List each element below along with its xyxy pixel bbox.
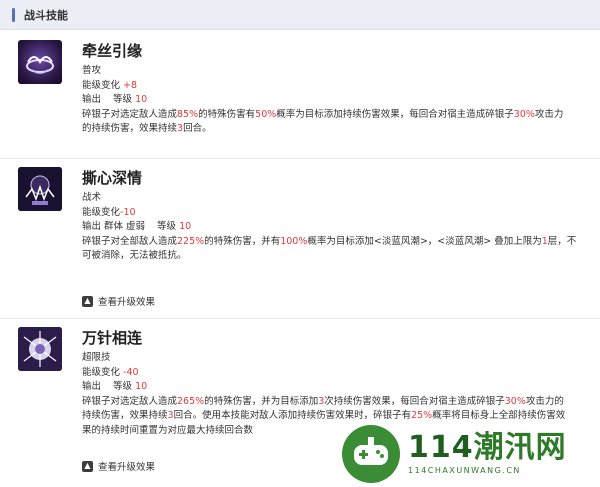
skill-energy: 能级变化 +8 [82, 79, 138, 91]
skill-output-level: 输出 群体 虚弱 等级 10 [82, 221, 192, 232]
section-accent-bar [12, 7, 15, 22]
skill-card-2: 撕心深情 战术 能级变化-10 输出 群体 虚弱 等级 10 碎银子对全部敌人造成… [0, 158, 600, 318]
watermark-title: 114潮汛网 [408, 430, 567, 465]
section-title: 战斗技能 [24, 8, 68, 22]
skill-output-level: 输出 等级 10 [82, 94, 148, 105]
skill-type: 战术 [82, 192, 102, 203]
skill-type: 超限技 [82, 352, 111, 363]
skill-name: 万针相连 [82, 329, 143, 347]
view-upgrade-button[interactable]: ▲ 查看升级效果 [82, 294, 155, 308]
skill-card-1: 牵丝引缘 普攻 能级变化 +8 输出 等级 10 碎银子对选定敌人造成85%的特殊… [0, 30, 600, 158]
view-upgrade-button[interactable]: ▲ 查看升级效果 [82, 459, 155, 473]
skill-name: 牵丝引缘 [82, 42, 143, 60]
upgrade-label: 查看升级效果 [98, 297, 156, 308]
skill-icon-bow [18, 40, 62, 84]
upgrade-arrow-icon: ▲ [82, 460, 93, 472]
skill-output-level: 输出 等级 10 [82, 381, 148, 392]
skill-name: 撕心深情 [82, 169, 143, 187]
skill-description: 碎银子对选定敌人造成85%的特殊伤害有50%概率为目标添加持续伤害效果，每回合对… [82, 108, 564, 135]
skill-icon-needles [18, 327, 62, 371]
skill-description: 碎银子对全部敌人造成225%的特殊伤害，并有100%概率为目标添加<淡蓝风潮>，… [82, 235, 577, 262]
skill-energy: 能级变化 -40 [82, 366, 139, 378]
site-watermark: 114潮汛网 114CHAXUNWANG.CN [340, 420, 600, 487]
section-header: 战斗技能 [0, 0, 600, 30]
watermark-url: 114CHAXUNWANG.CN [408, 466, 521, 475]
skill-energy: 能级变化-10 [82, 206, 136, 218]
game-controller-icon [342, 424, 400, 483]
skill-icon-tear [18, 167, 62, 211]
upgrade-arrow-icon: ▲ [82, 295, 93, 307]
skill-type: 普攻 [82, 65, 102, 76]
upgrade-label: 查看升级效果 [98, 462, 156, 473]
